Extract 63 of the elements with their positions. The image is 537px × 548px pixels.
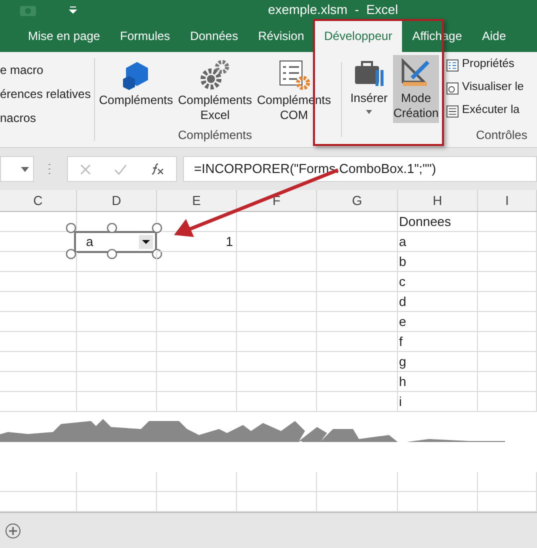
- table-cell: h: [398, 372, 478, 392]
- table-cell: [478, 252, 537, 272]
- ribbon-button[interactable]: Compléments: [97, 60, 175, 108]
- add-sheet-icon[interactable]: [5, 522, 21, 538]
- ribbon-button[interactable]: Insérer: [346, 55, 392, 123]
- ribbon-button[interactable]: Compléments Excel: [176, 60, 254, 123]
- table-cell: [478, 212, 537, 232]
- ribbon-tab[interactable]: Développeur: [314, 20, 402, 52]
- table-cell: [478, 292, 537, 312]
- table-cell: f: [398, 332, 478, 352]
- table-cell: c: [398, 272, 478, 292]
- cubes-icon: [121, 60, 151, 90]
- formula-field[interactable]: =INCORPORER("Forms.ComboBox.1";""): [183, 156, 537, 182]
- table-cell: [478, 392, 537, 412]
- toolbox-icon: [353, 58, 385, 88]
- ribbon-command[interactable]: Propriétés: [446, 55, 524, 75]
- column-header[interactable]: H: [398, 190, 478, 211]
- window-title: exemple.xlsm - Excel: [268, 1, 398, 20]
- table-cell: [478, 372, 537, 392]
- ribbon-command[interactable]: érences relatives: [0, 84, 91, 104]
- table-cell: [478, 472, 537, 492]
- function-icon[interactable]: [150, 163, 164, 175]
- table-cell: [478, 312, 537, 332]
- group-label: Contrôles: [476, 127, 528, 144]
- table-cell: [478, 232, 537, 252]
- ribbon-button[interactable]: Mode Création: [393, 55, 439, 123]
- column-header[interactable]: D: [77, 190, 157, 211]
- caret-icon: [21, 166, 29, 172]
- caret-icon: [366, 110, 372, 114]
- table-cell: g: [398, 352, 478, 372]
- ribbon-tab[interactable]: Données: [180, 20, 248, 52]
- customize-caret-icon[interactable]: [69, 6, 77, 14]
- ribbon-tab[interactable]: Révision: [248, 20, 314, 52]
- group-label: Compléments: [178, 127, 252, 144]
- table-cell: d: [398, 292, 478, 312]
- page-icon: [446, 104, 459, 118]
- ribbon-tab[interactable]: Mise en page: [18, 20, 110, 52]
- ribbon-command[interactable]: Exécuter la: [446, 101, 524, 121]
- table-cell: b: [398, 252, 478, 272]
- column-header[interactable]: E: [157, 190, 237, 211]
- name-box[interactable]: [0, 156, 34, 182]
- table-cell: [478, 352, 537, 372]
- ribbon-command[interactable]: nacros: [0, 108, 36, 128]
- table-cell: i: [398, 392, 478, 412]
- table-cell: [478, 332, 537, 352]
- column-header[interactable]: G: [317, 190, 398, 211]
- table-cell: Donnees: [398, 212, 478, 232]
- table-cell: e: [398, 312, 478, 332]
- selection-handles-drawing[interactable]: [66, 223, 165, 261]
- ruler-pencil-icon: [400, 58, 432, 88]
- ribbon-tab[interactable]: Formules: [110, 20, 180, 52]
- column-header[interactable]: C: [0, 190, 77, 211]
- page-magnifier-icon: [446, 82, 459, 94]
- table-cell: [478, 272, 537, 292]
- ribbon-command[interactable]: Visualiser le: [446, 78, 524, 98]
- gears-icon: [200, 60, 230, 90]
- column-header[interactable]: I: [478, 190, 537, 211]
- check-icon[interactable]: [114, 164, 127, 174]
- list-icon: [446, 58, 459, 72]
- table-cell: a: [398, 232, 478, 252]
- checklist-icon: [278, 60, 310, 90]
- ribbon-command[interactable]: e macro: [0, 60, 44, 80]
- ribbon-tab[interactable]: Aide: [472, 20, 516, 52]
